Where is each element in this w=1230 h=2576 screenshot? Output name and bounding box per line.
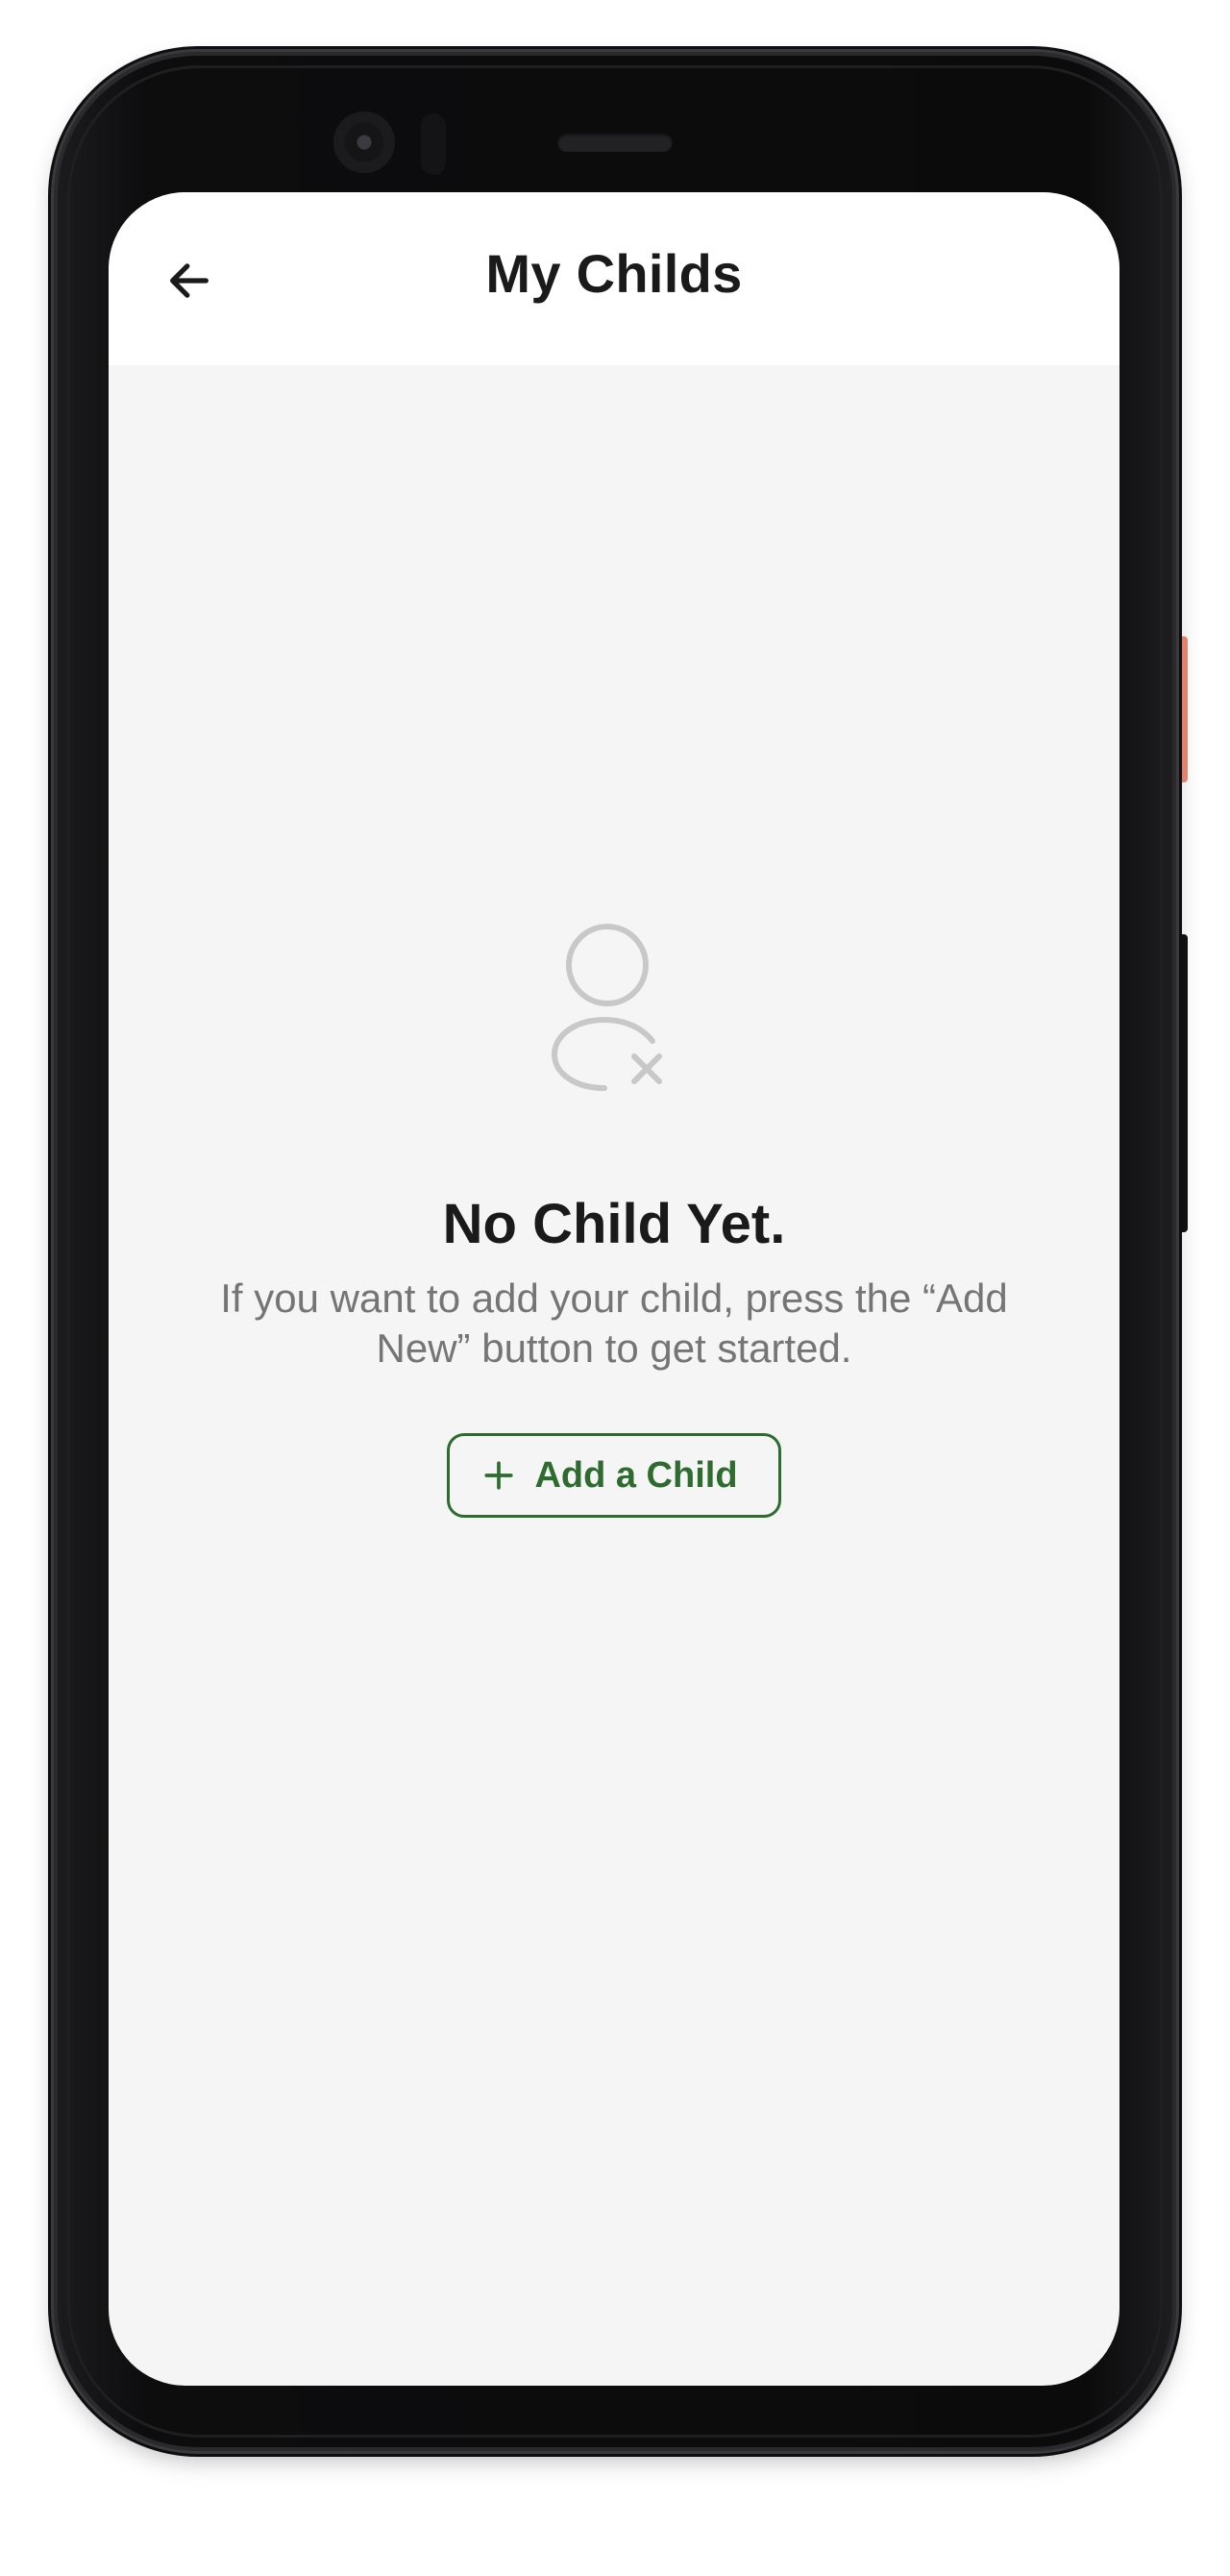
page-title: My Childs xyxy=(485,243,743,304)
device-stage: My Childs No Child Yet. If you want to a… xyxy=(0,0,1230,2576)
add-child-button[interactable]: Add a Child xyxy=(447,1433,781,1518)
power-button xyxy=(1174,636,1188,782)
empty-title: No Child Yet. xyxy=(442,1193,786,1255)
empty-state: No Child Yet. If you want to add your ch… xyxy=(109,923,1119,1518)
empty-description: If you want to add your child, press the… xyxy=(220,1276,1008,1371)
earpiece-speaker xyxy=(557,133,673,152)
front-camera xyxy=(333,111,395,173)
plus-icon xyxy=(484,1461,514,1490)
user-remove-icon xyxy=(551,924,662,1091)
app-header: My Childs xyxy=(109,192,1119,365)
app-screen: My Childs No Child Yet. If you want to a… xyxy=(109,192,1119,2386)
add-child-label: Add a Child xyxy=(534,1454,738,1496)
proximity-sensor xyxy=(421,113,446,175)
volume-button xyxy=(1174,934,1188,1232)
